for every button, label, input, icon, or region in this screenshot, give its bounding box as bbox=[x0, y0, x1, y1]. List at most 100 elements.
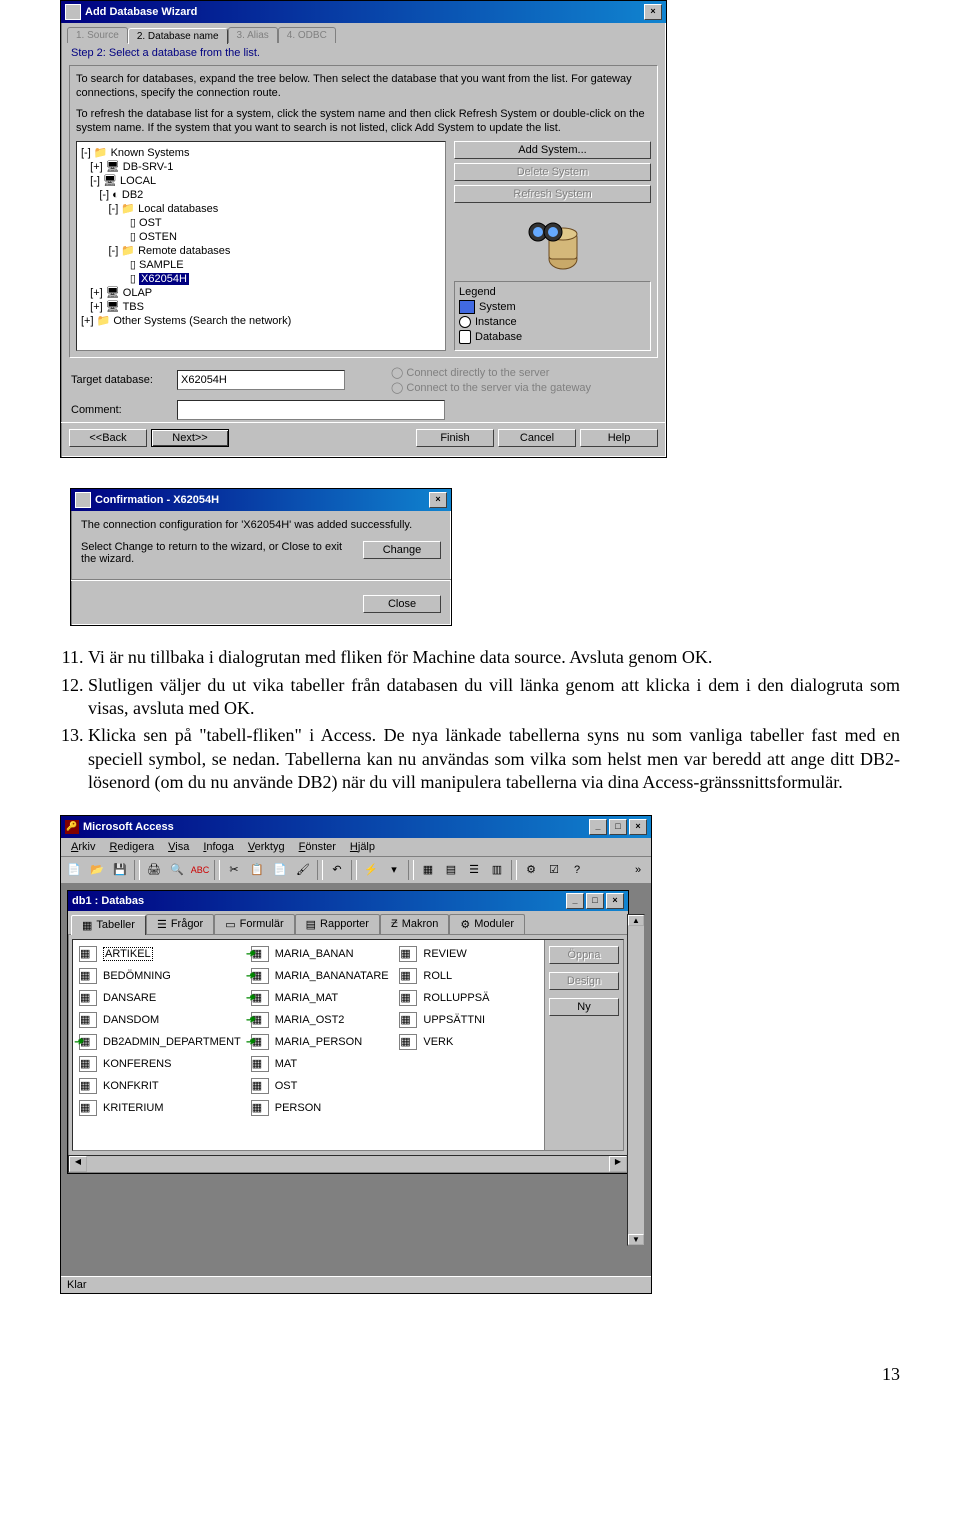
tree-node[interactable]: [+] 🖥 OLAP bbox=[81, 286, 441, 300]
open-icon[interactable]: 📂 bbox=[86, 859, 108, 881]
table-item[interactable]: ➜▦MARIA_OST2 bbox=[251, 1012, 390, 1028]
toolbar-more-icon[interactable]: » bbox=[627, 859, 649, 881]
large-icons-icon[interactable]: ▦ bbox=[417, 859, 439, 881]
close-icon[interactable]: × bbox=[429, 492, 447, 508]
table-item[interactable]: ▦KONFERENS bbox=[79, 1056, 241, 1072]
maximize-icon[interactable]: □ bbox=[586, 893, 604, 909]
close-icon[interactable]: × bbox=[606, 893, 624, 909]
tab-odbc[interactable]: 4. ODBC bbox=[278, 27, 336, 43]
preview-icon[interactable]: 🔍 bbox=[166, 859, 188, 881]
wizard-panel: To search for databases, expand the tree… bbox=[69, 65, 658, 358]
change-button[interactable]: Change bbox=[363, 541, 441, 559]
table-item[interactable]: ➜▦MARIA_PERSON bbox=[251, 1034, 390, 1050]
tree-node[interactable]: ▯ OSTEN bbox=[81, 230, 441, 244]
table-item[interactable]: ▦MAT bbox=[251, 1056, 390, 1072]
table-item[interactable]: ➜▦MARIA_BANAN bbox=[251, 946, 390, 962]
tab-alias[interactable]: 3. Alias bbox=[228, 27, 278, 43]
menu-item[interactable]: Fönster bbox=[293, 840, 342, 854]
paste-icon[interactable]: 📄 bbox=[269, 859, 291, 881]
add-system-button[interactable]: Add System... bbox=[454, 141, 651, 159]
finish-button[interactable]: Finish bbox=[416, 429, 494, 447]
tree-node[interactable]: [+] 🖥 DB-SRV-1 bbox=[81, 160, 441, 174]
tree-node[interactable]: ▯ OST bbox=[81, 216, 441, 230]
table-item[interactable]: ▦VERK bbox=[399, 1034, 538, 1050]
analyze-icon[interactable]: ▾ bbox=[383, 859, 405, 881]
cut-icon[interactable]: ✂ bbox=[223, 859, 245, 881]
new-icon[interactable]: 📄 bbox=[63, 859, 85, 881]
tree-node[interactable]: [-] 📁 Known Systems bbox=[81, 146, 441, 160]
comment-field[interactable] bbox=[177, 400, 445, 420]
tree-node[interactable]: [-] 📁 Local databases bbox=[81, 202, 441, 216]
table-item[interactable]: ▦ROLL bbox=[399, 968, 538, 984]
db-tab-formulär[interactable]: ▭Formulär bbox=[214, 914, 294, 934]
tree-node[interactable]: ▯ X62054H bbox=[81, 272, 441, 286]
list-icon[interactable]: ☰ bbox=[463, 859, 485, 881]
database-tree[interactable]: [-] 📁 Known Systems [+] 🖥 DB-SRV-1 [-] 🖥… bbox=[76, 141, 446, 351]
tab-database-name[interactable]: 2. Database name bbox=[128, 28, 228, 44]
menu-item[interactable]: Infoga bbox=[197, 840, 240, 854]
table-item[interactable]: ▦DANSDOM bbox=[79, 1012, 241, 1028]
tree-node[interactable]: [+] 🖥 TBS bbox=[81, 300, 441, 314]
menu-item[interactable]: Visa bbox=[162, 840, 195, 854]
table-item[interactable]: ➜▦DB2ADMIN_DEPARTMENT bbox=[79, 1034, 241, 1050]
spell-icon[interactable]: ABC bbox=[189, 859, 211, 881]
table-item[interactable]: ▦ARTIKEL bbox=[79, 946, 241, 962]
next-button[interactable]: Next>> bbox=[151, 429, 229, 447]
db-tab-frågor[interactable]: ☰Frågor bbox=[146, 914, 214, 934]
close-icon[interactable]: × bbox=[644, 4, 662, 20]
tree-node[interactable]: [+] 📁 Other Systems (Search the network) bbox=[81, 314, 441, 328]
help-icon[interactable]: ? bbox=[566, 859, 588, 881]
open-button[interactable]: Öppna bbox=[549, 946, 619, 964]
tree-node[interactable]: [-] 🖥 LOCAL bbox=[81, 174, 441, 188]
tree-node[interactable]: ▯ SAMPLE bbox=[81, 258, 441, 272]
table-item[interactable]: ▦BEDÖMNING bbox=[79, 968, 241, 984]
cancel-button[interactable]: Cancel bbox=[498, 429, 576, 447]
db-tab-tabeller[interactable]: ▦Tabeller bbox=[71, 915, 146, 935]
target-database-field[interactable] bbox=[177, 370, 345, 390]
maximize-icon[interactable]: □ bbox=[609, 819, 627, 835]
access-menubar[interactable]: ArkivRedigeraVisaInfogaVerktygFönsterHjä… bbox=[61, 838, 651, 857]
minimize-icon[interactable]: _ bbox=[566, 893, 584, 909]
db-tab-makron[interactable]: ƵMakron bbox=[380, 914, 449, 934]
back-button[interactable]: <<Back bbox=[69, 429, 147, 447]
table-item[interactable]: ▦DANSARE bbox=[79, 990, 241, 1006]
table-item[interactable]: ▦ROLLUPPSÄ bbox=[399, 990, 538, 1006]
format-painter-icon[interactable]: 🖌 bbox=[292, 859, 314, 881]
save-icon[interactable]: 💾 bbox=[109, 859, 131, 881]
design-button[interactable]: Design bbox=[549, 972, 619, 990]
undo-icon[interactable]: ↶ bbox=[326, 859, 348, 881]
properties-icon[interactable]: ☑ bbox=[543, 859, 565, 881]
print-icon[interactable]: 🖨 bbox=[143, 859, 165, 881]
table-item[interactable]: ▦REVIEW bbox=[399, 946, 538, 962]
table-item[interactable]: ▦KRITERIUM bbox=[79, 1100, 241, 1116]
horizontal-scrollbar[interactable]: ◀▶ bbox=[68, 1155, 628, 1173]
tree-node[interactable]: [-] 📁 Remote databases bbox=[81, 244, 441, 258]
close-button[interactable]: Close bbox=[363, 595, 441, 613]
table-item[interactable]: ➜▦MARIA_MAT bbox=[251, 990, 390, 1006]
vertical-scrollbar[interactable] bbox=[627, 914, 645, 1246]
table-icon: ▦ bbox=[399, 946, 417, 962]
copy-icon[interactable]: 📋 bbox=[246, 859, 268, 881]
small-icons-icon[interactable]: ▤ bbox=[440, 859, 462, 881]
table-item[interactable]: ▦UPPSÄTTNI bbox=[399, 1012, 538, 1028]
table-item[interactable]: ▦KONFKRIT bbox=[79, 1078, 241, 1094]
close-icon[interactable]: × bbox=[629, 819, 647, 835]
menu-item[interactable]: Redigera bbox=[103, 840, 160, 854]
new-button[interactable]: Ny bbox=[549, 998, 619, 1016]
db-tab-rapporter[interactable]: ▤Rapporter bbox=[295, 914, 380, 934]
code-icon[interactable]: ⚙ bbox=[520, 859, 542, 881]
help-button[interactable]: Help bbox=[580, 429, 658, 447]
tab-source[interactable]: 1. Source bbox=[67, 27, 128, 43]
menu-item[interactable]: Arkiv bbox=[65, 840, 101, 854]
table-item[interactable]: ➜▦MARIA_BANANATARE bbox=[251, 968, 390, 984]
menu-item[interactable]: Hjälp bbox=[344, 840, 381, 854]
db-tab-moduler[interactable]: ⚙Moduler bbox=[449, 914, 525, 934]
table-list[interactable]: ▦ARTIKEL ▦BEDÖMNING ▦DANSARE ▦DANSDOM ➜▦DB2A… bbox=[73, 940, 544, 1150]
details-icon[interactable]: ▥ bbox=[486, 859, 508, 881]
table-item[interactable]: ▦OST bbox=[251, 1078, 390, 1094]
table-item[interactable]: ▦PERSON bbox=[251, 1100, 390, 1116]
menu-item[interactable]: Verktyg bbox=[242, 840, 291, 854]
relationships-icon[interactable]: ⚡ bbox=[360, 859, 382, 881]
minimize-icon[interactable]: _ bbox=[589, 819, 607, 835]
tree-node[interactable]: [-] ◐ DB2 bbox=[81, 188, 441, 202]
